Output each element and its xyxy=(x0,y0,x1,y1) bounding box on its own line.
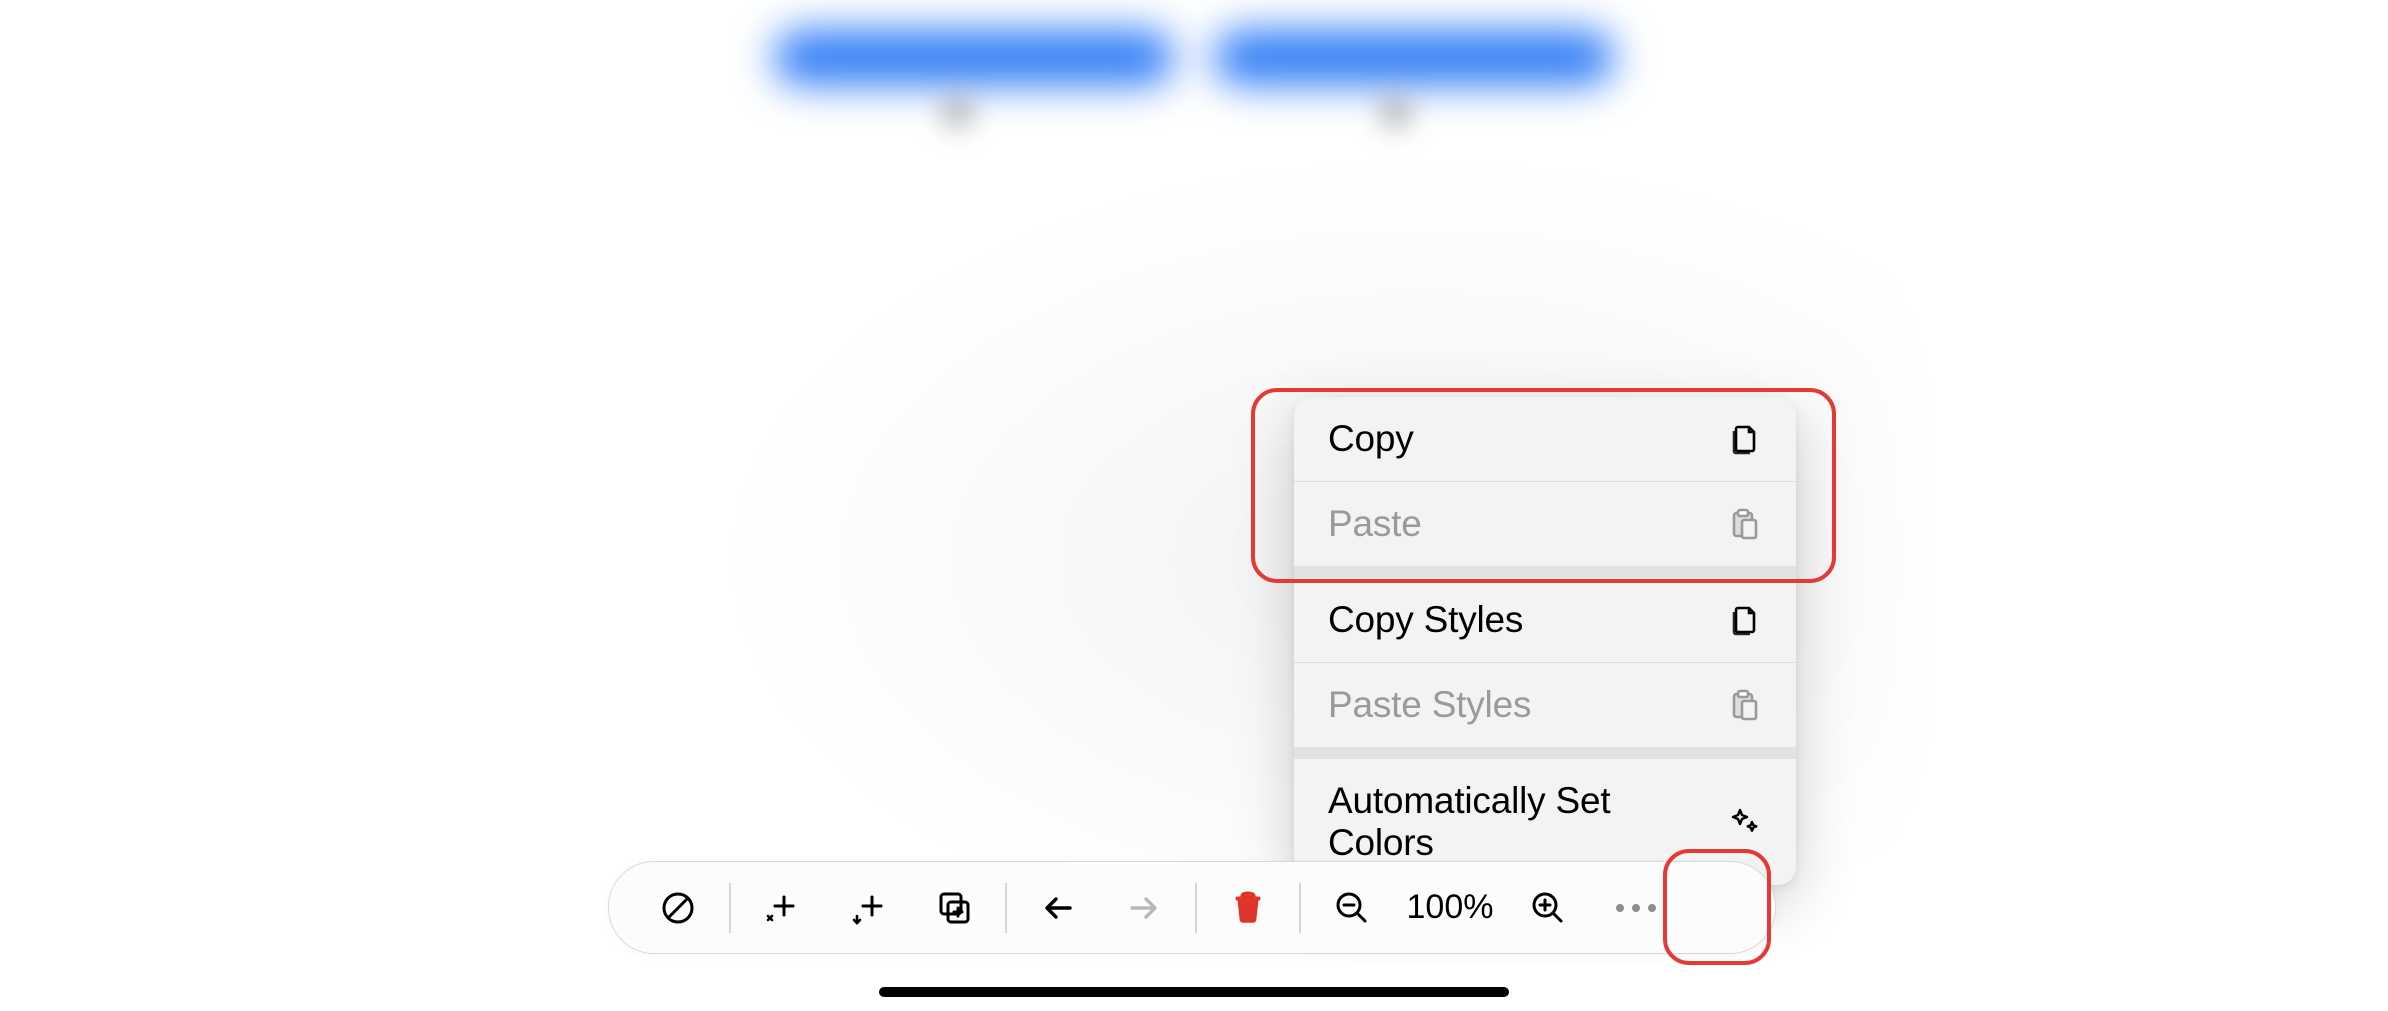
context-menu: Copy Paste Copy Styles xyxy=(1294,397,1796,885)
blurred-pointer-left xyxy=(945,100,970,125)
menu-section-styles: Copy Styles Paste Styles xyxy=(1294,578,1796,747)
ellipsis-dot xyxy=(1632,904,1640,912)
menu-item-copy-styles-label: Copy Styles xyxy=(1328,599,1523,641)
delete-button[interactable] xyxy=(1205,868,1291,948)
paste-clipboard-icon xyxy=(1726,506,1762,542)
redo-button xyxy=(1101,868,1187,948)
toolbar-separator xyxy=(1299,883,1301,933)
ellipsis-dot xyxy=(1648,904,1656,912)
toolbar-separator xyxy=(729,883,731,933)
copy-doc-icon xyxy=(1726,602,1762,638)
undo-button[interactable] xyxy=(1015,868,1101,948)
zoom-in-button[interactable] xyxy=(1505,868,1591,948)
menu-divider xyxy=(1294,566,1796,578)
blurred-pill-right xyxy=(1214,30,1614,85)
sparkle-icon xyxy=(1726,804,1762,840)
menu-item-paste: Paste xyxy=(1294,481,1796,566)
menu-item-copy[interactable]: Copy xyxy=(1294,397,1796,481)
menu-item-copy-styles[interactable]: Copy Styles xyxy=(1294,578,1796,662)
menu-section-clipboard: Copy Paste xyxy=(1294,397,1796,566)
menu-item-paste-label: Paste xyxy=(1328,503,1422,545)
inspect-button[interactable] xyxy=(635,868,721,948)
home-indicator xyxy=(879,987,1509,997)
add-left-button[interactable] xyxy=(739,868,825,948)
copy-doc-icon xyxy=(1726,421,1762,457)
add-right-button[interactable] xyxy=(825,868,911,948)
zoom-level-label[interactable]: 100% xyxy=(1395,888,1505,927)
more-actions-button[interactable] xyxy=(1591,868,1681,948)
ellipsis-dot xyxy=(1616,904,1624,912)
menu-divider xyxy=(1294,747,1796,759)
duplicate-button[interactable] xyxy=(911,868,997,948)
blurred-pointer-right xyxy=(1383,100,1408,125)
background-blurred-content xyxy=(0,30,2388,85)
menu-item-paste-styles: Paste Styles xyxy=(1294,662,1796,747)
menu-item-auto-colors-label: Automatically Set Colors xyxy=(1328,780,1726,864)
toolbar-separator xyxy=(1005,883,1007,933)
zoom-out-button[interactable] xyxy=(1309,868,1395,948)
blurred-pill-left xyxy=(774,30,1174,85)
paste-clipboard-icon xyxy=(1726,687,1762,723)
menu-item-copy-label: Copy xyxy=(1328,418,1414,460)
toolbar-separator xyxy=(1195,883,1197,933)
bottom-toolbar: 100% xyxy=(608,861,1776,954)
menu-item-paste-styles-label: Paste Styles xyxy=(1328,684,1531,726)
